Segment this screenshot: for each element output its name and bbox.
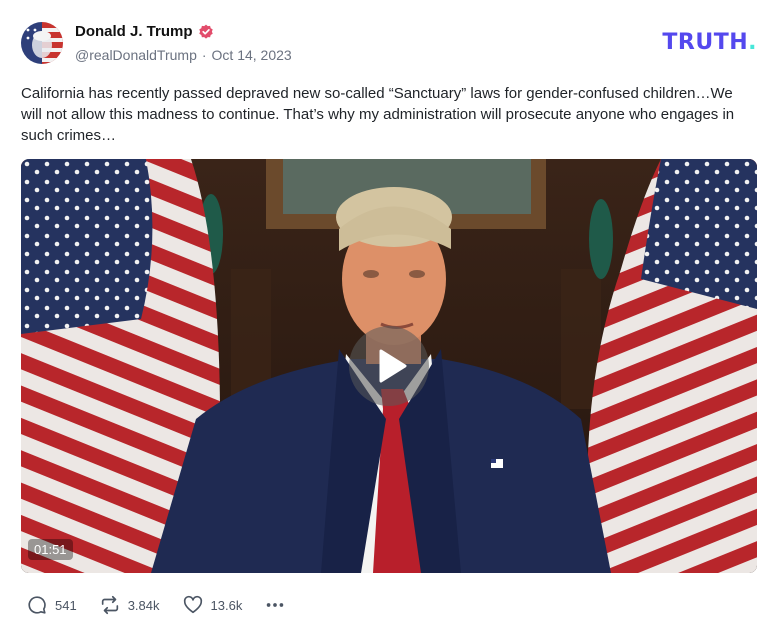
truth-logo[interactable]: TRUTH. (662, 30, 757, 55)
avatar[interactable] (21, 22, 63, 64)
post-meta: @realDonaldTrump · Oct 14, 2023 (75, 47, 292, 63)
post-date[interactable]: Oct 14, 2023 (212, 47, 292, 63)
comment-bubble-icon (28, 596, 46, 614)
more-options-button[interactable] (264, 594, 286, 616)
like-button[interactable]: 13.6k (182, 594, 243, 616)
play-button[interactable] (349, 326, 429, 406)
verified-badge-icon (198, 24, 214, 40)
logo-dot: . (748, 30, 757, 55)
handle[interactable]: @realDonaldTrump (75, 47, 197, 63)
post-header: Donald J. Trump @realDonaldTrump · Oct 1… (21, 20, 757, 66)
reply-count: 541 (55, 597, 77, 613)
like-count: 13.6k (210, 597, 243, 613)
post-body: California has recently passed depraved … (21, 85, 735, 144)
video-duration: 01:51 (28, 539, 73, 560)
retruth-button[interactable]: 3.84k (99, 594, 160, 616)
play-icon (379, 349, 407, 383)
name-row: Donald J. Trump (75, 23, 214, 40)
video-player[interactable]: 01:51 (21, 159, 757, 573)
more-dots-icon (267, 603, 284, 607)
post-actions: 541 3.84k 13.6k (26, 593, 286, 617)
retruth-count: 3.84k (127, 597, 160, 613)
repost-arrows-icon (101, 595, 118, 615)
reply-button[interactable]: 541 (26, 594, 77, 616)
meta-separator: · (201, 47, 207, 63)
logo-text: TRUTH (662, 30, 749, 55)
display-name[interactable]: Donald J. Trump (75, 23, 193, 40)
heart-icon (183, 595, 202, 614)
